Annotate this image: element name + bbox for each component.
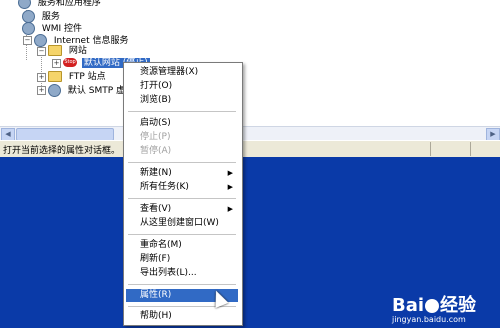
menu-item-explorer[interactable]: 资源管理器(X) <box>126 66 238 79</box>
menu-item-help[interactable]: 帮助(H) <box>126 310 238 323</box>
smtp-icon <box>48 84 61 97</box>
baidu-watermark: Bai 经验 jingyan.baidu.com <box>392 291 476 324</box>
horizontal-scrollbar[interactable]: ◀ ▶ <box>0 126 500 141</box>
menu-item-view[interactable]: 查看(V) ▶ <box>126 203 238 216</box>
menu-item-new[interactable]: 新建(N) ▶ <box>126 167 238 180</box>
status-bar: 打开当前选择的属性对话框。 <box>0 140 500 157</box>
tree-node-websites[interactable]: 网站 <box>48 45 89 57</box>
folder-icon <box>48 71 62 82</box>
status-divider <box>470 142 471 156</box>
paw-icon <box>425 299 440 313</box>
submenu-arrow-icon: ▶ <box>227 205 233 213</box>
expander-ftp[interactable]: + <box>37 73 46 82</box>
services-apps-icon <box>18 0 31 9</box>
menu-separator <box>128 111 236 112</box>
menu-item-open[interactable]: 打开(O) <box>126 80 238 93</box>
menu-separator <box>128 284 236 285</box>
tree-node-services[interactable]: 服务 <box>22 10 62 23</box>
menu-item-refresh[interactable]: 刷新(F) <box>126 253 238 266</box>
expander-websites[interactable]: − <box>37 47 46 56</box>
tree-node-ftp[interactable]: FTP 站点 <box>48 71 108 83</box>
status-divider <box>430 142 431 156</box>
menu-item-start[interactable]: 启动(S) <box>126 117 238 130</box>
menu-item-all-tasks[interactable]: 所有任务(K) ▶ <box>126 181 238 194</box>
submenu-arrow-icon: ▶ <box>227 169 233 177</box>
tree-node-wmi[interactable]: WMI 控件 <box>22 22 84 35</box>
iis-icon <box>34 34 47 47</box>
menu-separator <box>128 198 236 199</box>
watermark-url: jingyan.baidu.com <box>392 315 466 324</box>
stopped-site-icon: Stop <box>63 58 77 67</box>
menu-separator <box>128 234 236 235</box>
folder-icon <box>48 45 62 56</box>
menu-item-export-list[interactable]: 导出列表(L)... <box>126 267 238 280</box>
expander-smtp[interactable]: + <box>37 86 46 95</box>
submenu-arrow-icon: ▶ <box>227 183 233 191</box>
menu-separator <box>128 162 236 163</box>
menu-item-rename[interactable]: 重命名(M) <box>126 239 238 252</box>
expander-default-site[interactable]: + <box>52 59 61 68</box>
tree-node-services-and-apps[interactable]: 服务和应用程序 <box>18 0 103 9</box>
expander-iis[interactable]: − <box>23 36 32 45</box>
watermark-logo: Bai 经验 <box>392 295 477 316</box>
context-menu: 资源管理器(X) 打开(O) 浏览(B) 启动(S) 停止(P) 暂停(A) 新… <box>123 62 243 326</box>
status-text: 打开当前选择的属性对话框。 <box>3 146 121 156</box>
menu-item-new-window[interactable]: 从这里创建窗口(W) <box>126 217 238 230</box>
menu-item-stop: 停止(P) <box>140 132 171 142</box>
tree-panel: 服务和应用程序 服务 WMI 控件 − Internet 信息服务 − 网站 +… <box>0 0 500 126</box>
menu-item-pause: 暂停(A) <box>140 146 172 156</box>
menu-item-browse[interactable]: 浏览(B) <box>126 94 238 107</box>
